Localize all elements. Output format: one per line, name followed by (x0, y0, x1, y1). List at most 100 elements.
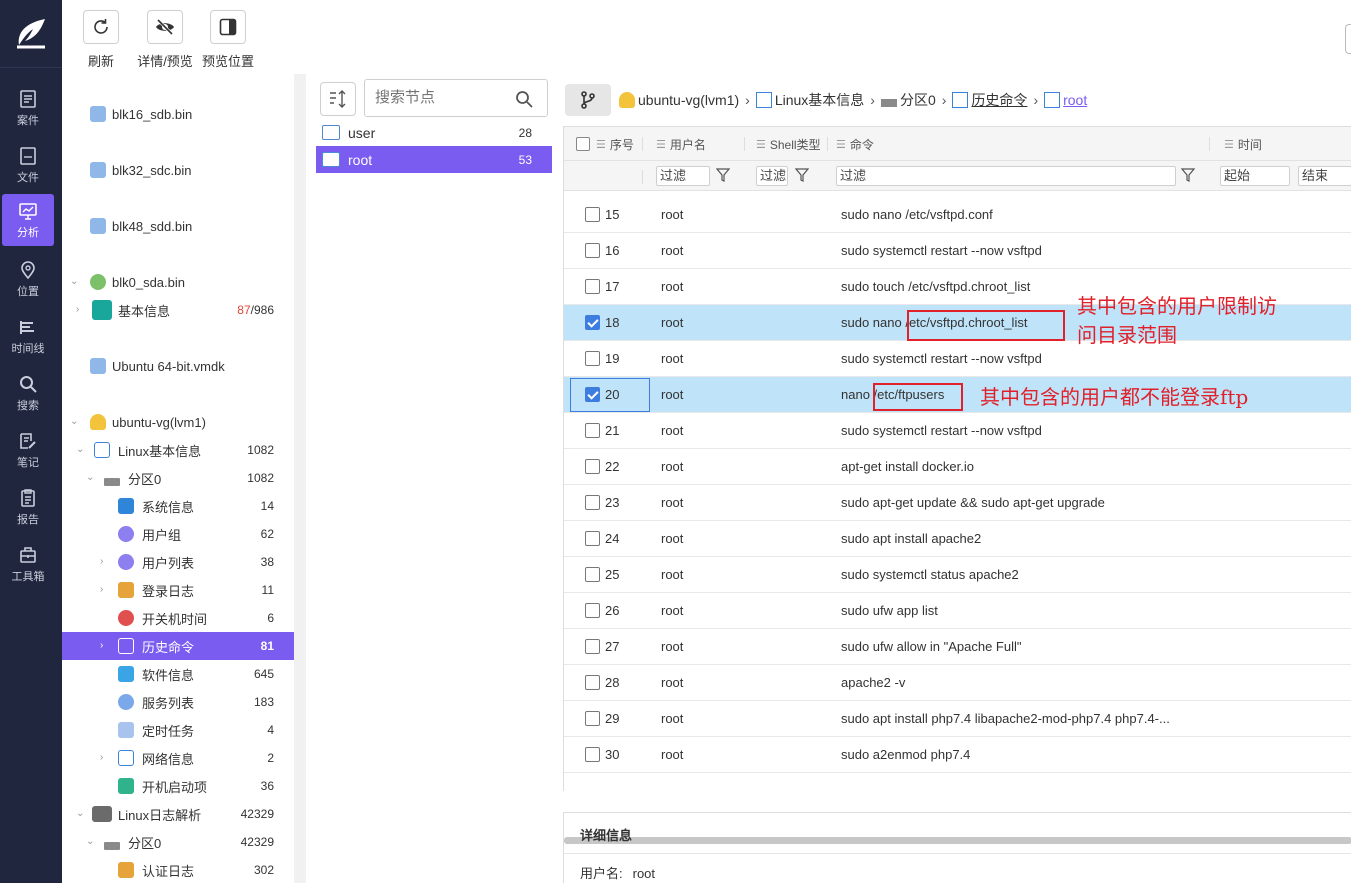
select-all-checkbox[interactable] (576, 137, 590, 151)
node-item-user[interactable]: user 28 (316, 119, 552, 146)
node-search-input[interactable] (375, 89, 505, 106)
nav-item-analysis[interactable]: 分析 (2, 194, 54, 246)
table-row[interactable]: 30 root sudo a2enmod php7.4 (564, 737, 1351, 773)
nav-item-note[interactable]: 笔记 (2, 424, 54, 476)
tree-item-partition0[interactable]: ⌄ 分区0 1082 (62, 464, 294, 492)
tree-item-blk32[interactable]: blk32_sdc.bin (62, 156, 294, 184)
nav-item-timeline[interactable]: 时间线 (2, 310, 54, 362)
time-start-input[interactable]: 起始 (1220, 166, 1290, 186)
col-divider[interactable] (827, 137, 828, 151)
chevron-right-icon[interactable]: › (100, 556, 110, 567)
nav-item-search[interactable]: 搜索 (2, 367, 54, 419)
table-row[interactable]: 16 root sudo systemctl restart --now vsf… (564, 233, 1351, 269)
detail-preview-button[interactable]: 详情/预览 (130, 10, 200, 70)
row-checkbox[interactable] (585, 351, 600, 366)
col-header-no[interactable]: ☰ 序号 (596, 127, 634, 161)
nav-item-file[interactable]: 文件 (2, 139, 54, 191)
toolbar-edge-button[interactable] (1345, 24, 1351, 54)
breadcrumb-item-history[interactable]: 历史命令 (952, 90, 1027, 110)
tree-item-basic-info[interactable]: › 基本信息 87/986 (62, 296, 294, 324)
row-checkbox[interactable] (585, 639, 600, 654)
nav-item-location[interactable]: 位置 (2, 253, 54, 305)
filter-icon[interactable] (716, 168, 730, 182)
breadcrumb-item-partition0[interactable]: 分区0 (880, 90, 936, 110)
tree-item-power-time[interactable]: 开关机时间 6 (62, 604, 294, 632)
shell-filter-input[interactable]: 过滤 (756, 166, 788, 186)
tree-item-blk48[interactable]: blk48_sdd.bin (62, 212, 294, 240)
tree-item-linux-log[interactable]: ⌄ Linux日志解析 42329 (62, 800, 294, 828)
table-row[interactable]: 19 root sudo systemctl restart --now vsf… (564, 341, 1351, 377)
tree-item-ubuntu-vmdk[interactable]: Ubuntu 64-bit.vmdk (62, 352, 294, 380)
table-row[interactable]: 27 root sudo ufw allow in "Apache Full" (564, 629, 1351, 665)
chevron-down-icon[interactable]: ⌄ (76, 808, 86, 819)
col-divider[interactable] (1209, 137, 1210, 151)
breadcrumb-item-ubuntu-vg[interactable]: ubuntu-vg(lvm1) (619, 92, 739, 108)
table-row[interactable]: 24 root sudo apt install apache2 (564, 521, 1351, 557)
tree-item-history-cmd[interactable]: › 历史命令 81 (62, 632, 294, 660)
breadcrumb-item-root[interactable]: root (1044, 92, 1087, 108)
col-header-user[interactable]: ☰ 用户名 (656, 127, 706, 161)
row-checkbox[interactable] (585, 567, 600, 582)
tree-item-blk0[interactable]: ⌄ blk0_sda.bin (62, 268, 294, 296)
node-item-root[interactable]: root 53 (316, 146, 552, 173)
table-row[interactable]: 25 root sudo systemctl status apache2 (564, 557, 1351, 593)
chevron-right-icon[interactable]: › (100, 752, 110, 763)
filter-icon[interactable] (795, 168, 809, 182)
row-checkbox[interactable] (585, 387, 600, 402)
tree-item-user-list[interactable]: › 用户列表 38 (62, 548, 294, 576)
chevron-right-icon[interactable]: › (100, 640, 110, 651)
col-header-time[interactable]: ☰ 时间 (1224, 127, 1262, 161)
refresh-button[interactable]: 刷新 (66, 10, 136, 70)
tree-item-user-group[interactable]: 用户组 62 (62, 520, 294, 548)
tree-scrollbar[interactable] (294, 74, 306, 883)
breadcrumb-item-linux-basic[interactable]: Linux基本信息 (755, 90, 864, 110)
sort-button[interactable] (320, 82, 356, 116)
time-end-input[interactable]: 结束 (1298, 166, 1351, 186)
chevron-down-icon[interactable]: ⌄ (70, 276, 80, 287)
tree-item-partition0-log[interactable]: ⌄ 分区0 42329 (62, 828, 294, 856)
nav-item-report[interactable]: 报告 (2, 481, 54, 533)
col-divider[interactable] (642, 137, 643, 151)
row-checkbox[interactable] (585, 459, 600, 474)
search-icon[interactable] (515, 90, 533, 108)
row-checkbox[interactable] (585, 603, 600, 618)
table-row[interactable]: 26 root sudo ufw app list (564, 593, 1351, 629)
tree-item-login-log[interactable]: › 登录日志 11 (62, 576, 294, 604)
tree-item-cron[interactable]: 定时任务 4 (62, 716, 294, 744)
table-row[interactable]: 23 root sudo apt-get update && sudo apt-… (564, 485, 1351, 521)
chevron-down-icon[interactable]: ⌄ (76, 444, 86, 455)
row-checkbox[interactable] (585, 747, 600, 762)
tree-item-auth-log[interactable]: 认证日志 302 (62, 856, 294, 883)
cmd-filter-input[interactable]: 过滤 (836, 166, 1176, 186)
row-checkbox[interactable] (585, 531, 600, 546)
filter-icon[interactable] (1181, 168, 1195, 182)
col-header-shell[interactable]: ☰ Shell类型 (756, 127, 821, 161)
row-checkbox[interactable] (585, 315, 600, 330)
table-row[interactable]: 21 root sudo systemctl restart --now vsf… (564, 413, 1351, 449)
table-row[interactable]: 15 root sudo nano /etc/vsftpd.conf (564, 197, 1351, 233)
row-checkbox[interactable] (585, 423, 600, 438)
table-row[interactable]: 29 root sudo apt install php7.4 libapach… (564, 701, 1351, 737)
nav-item-toolbox[interactable]: 工具箱 (2, 538, 54, 590)
nav-item-case[interactable]: 案件 (2, 82, 54, 134)
tree-item-linux-basic[interactable]: ⌄ Linux基本信息 1082 (62, 436, 294, 464)
chevron-right-icon[interactable]: › (76, 304, 86, 315)
tree-item-ubuntu-vg[interactable]: ⌄ ubuntu-vg(lvm1) (62, 408, 294, 436)
chevron-down-icon[interactable]: ⌄ (86, 472, 96, 483)
row-checkbox[interactable] (585, 495, 600, 510)
chevron-down-icon[interactable]: ⌄ (70, 416, 80, 427)
node-search[interactable] (364, 79, 548, 117)
branch-button[interactable] (565, 84, 611, 116)
tree-item-software[interactable]: 软件信息 645 (62, 660, 294, 688)
tree-item-blk16[interactable]: blk16_sdb.bin (62, 100, 294, 128)
table-row[interactable]: 22 root apt-get install docker.io (564, 449, 1351, 485)
preview-position-button[interactable]: 预览位置 (193, 10, 263, 70)
chevron-down-icon[interactable]: ⌄ (86, 836, 96, 847)
row-checkbox[interactable] (585, 243, 600, 258)
row-checkbox[interactable] (585, 207, 600, 222)
row-checkbox[interactable] (585, 279, 600, 294)
row-checkbox[interactable] (585, 675, 600, 690)
tree-item-system-info[interactable]: 系统信息 14 (62, 492, 294, 520)
chevron-right-icon[interactable]: › (100, 584, 110, 595)
tree-item-startup[interactable]: 开机启动项 36 (62, 772, 294, 800)
